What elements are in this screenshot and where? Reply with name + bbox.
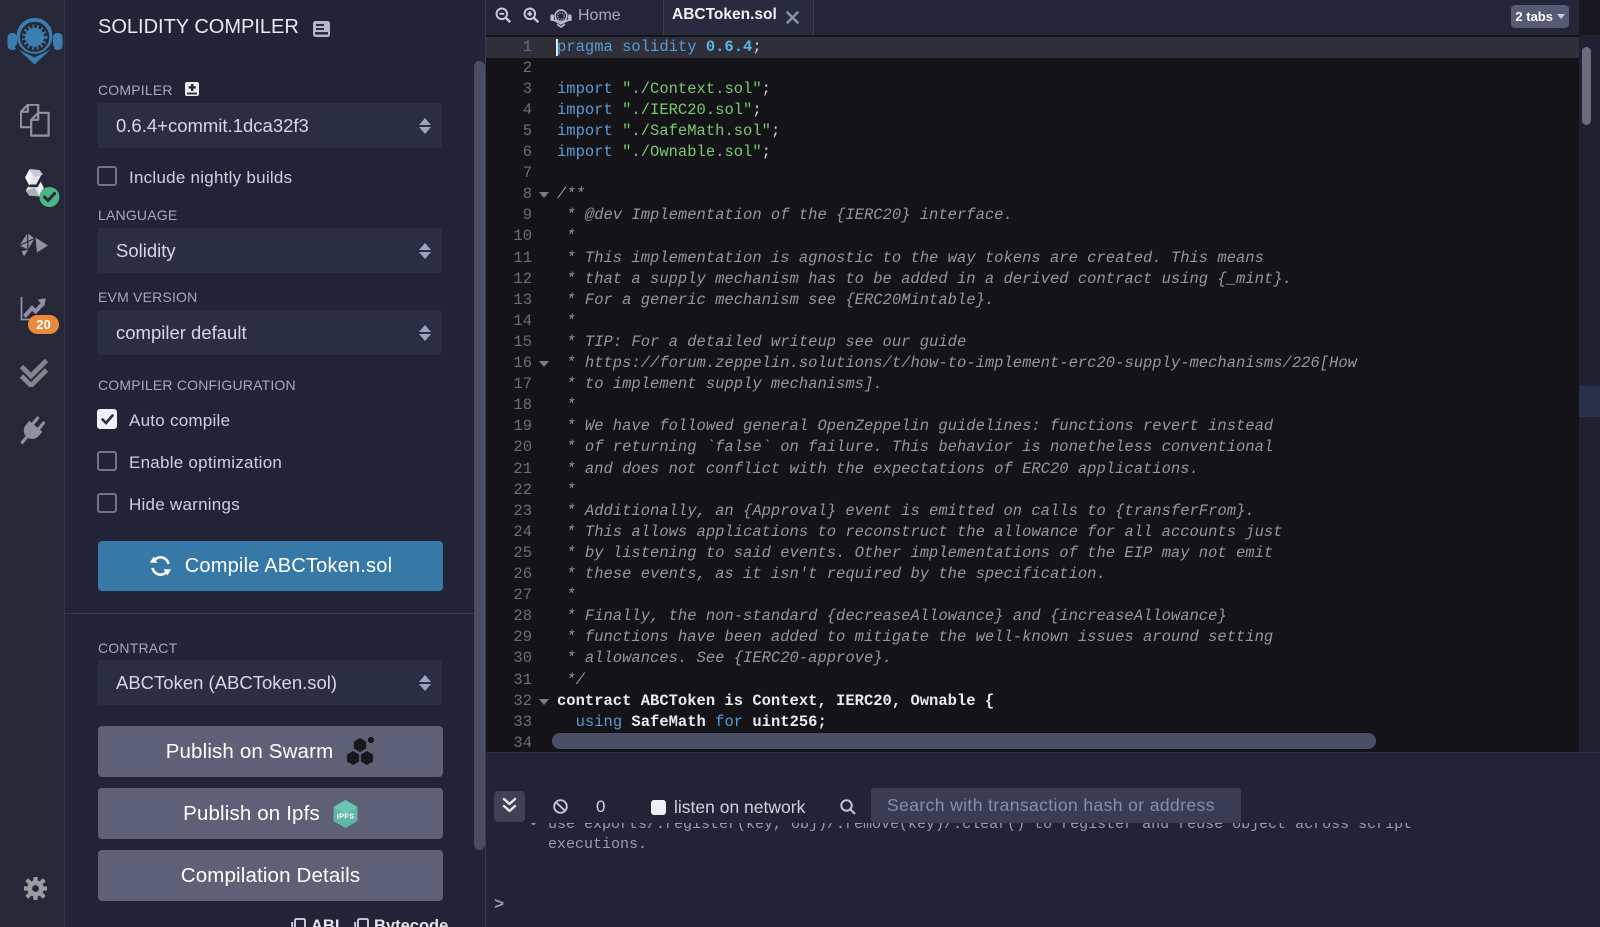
svg-text:IPFS: IPFS (337, 811, 354, 820)
